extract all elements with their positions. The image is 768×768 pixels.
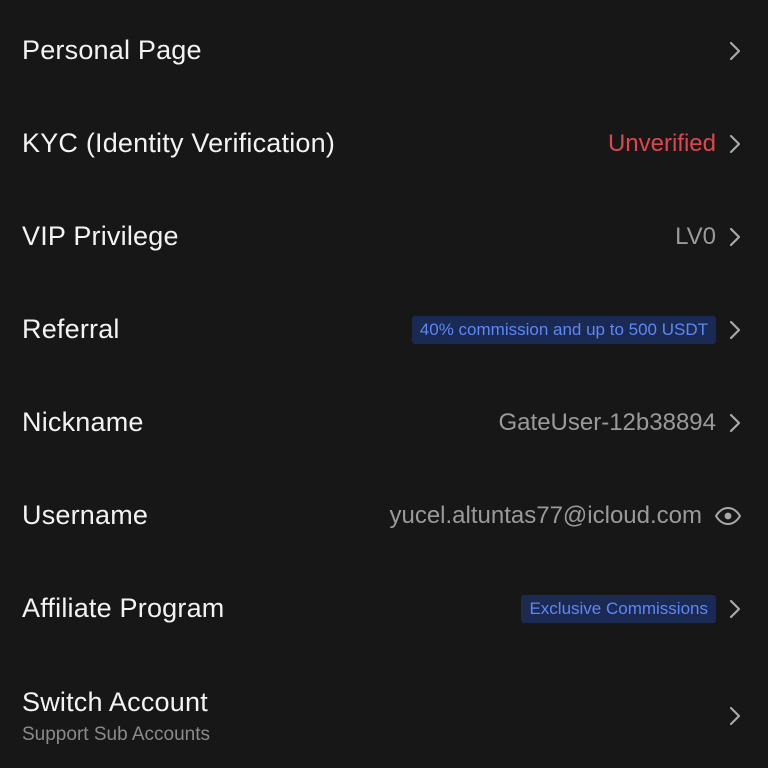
row-right	[728, 705, 742, 727]
kyc-row[interactable]: KYC (Identity Verification) Unverified	[0, 97, 768, 190]
switch-account-text: Switch Account Support Sub Accounts	[22, 687, 210, 746]
kyc-label: KYC (Identity Verification)	[22, 128, 336, 158]
username-value: yucel.altuntas77@icloud.com	[389, 501, 702, 529]
switch-account-label: Switch Account	[22, 686, 208, 717]
row-right: GateUser-12b38894	[499, 409, 742, 437]
nickname-value: GateUser-12b38894	[498, 408, 716, 436]
nickname-row[interactable]: Nickname GateUser-12b38894	[0, 376, 768, 469]
kyc-status-value: Unverified	[607, 129, 716, 157]
chevron-right-icon	[728, 226, 742, 248]
nickname-label: Nickname	[22, 407, 144, 437]
affiliate-promo-badge: Exclusive Commissions	[521, 594, 716, 623]
affiliate-program-row[interactable]: Affiliate Program Exclusive Commissions	[0, 562, 768, 655]
username-row: Username yucel.altuntas77@icloud.com	[0, 469, 768, 562]
affiliate-program-label: Affiliate Program	[22, 593, 225, 623]
switch-account-sublabel: Support Sub Accounts	[22, 723, 211, 745]
row-right	[728, 40, 742, 62]
chevron-right-icon	[728, 598, 742, 620]
chevron-right-icon	[728, 705, 742, 727]
vip-privilege-label: VIP Privilege	[22, 221, 179, 251]
row-right: yucel.altuntas77@icloud.com	[389, 502, 742, 530]
row-right: Unverified	[608, 130, 742, 158]
row-right: LV0	[675, 223, 742, 251]
chevron-right-icon	[728, 412, 742, 434]
eye-icon[interactable]	[714, 506, 742, 526]
personal-page-label: Personal Page	[22, 35, 202, 65]
account-settings-list: Personal Page KYC (Identity Verification…	[0, 0, 768, 768]
referral-label: Referral	[22, 314, 120, 344]
vip-privilege-row[interactable]: VIP Privilege LV0	[0, 190, 768, 283]
username-label: Username	[22, 500, 149, 530]
referral-row[interactable]: Referral 40% commission and up to 500 US…	[0, 283, 768, 376]
chevron-right-icon	[728, 319, 742, 341]
row-right: 40% commission and up to 500 USDT	[411, 315, 742, 344]
personal-page-row[interactable]: Personal Page	[0, 4, 768, 97]
referral-promo-badge: 40% commission and up to 500 USDT	[411, 315, 716, 344]
chevron-right-icon	[728, 40, 742, 62]
vip-level-value: LV0	[675, 222, 716, 250]
switch-account-row[interactable]: Switch Account Support Sub Accounts	[0, 668, 768, 764]
chevron-right-icon	[728, 133, 742, 155]
row-right: Exclusive Commissions	[521, 594, 742, 623]
